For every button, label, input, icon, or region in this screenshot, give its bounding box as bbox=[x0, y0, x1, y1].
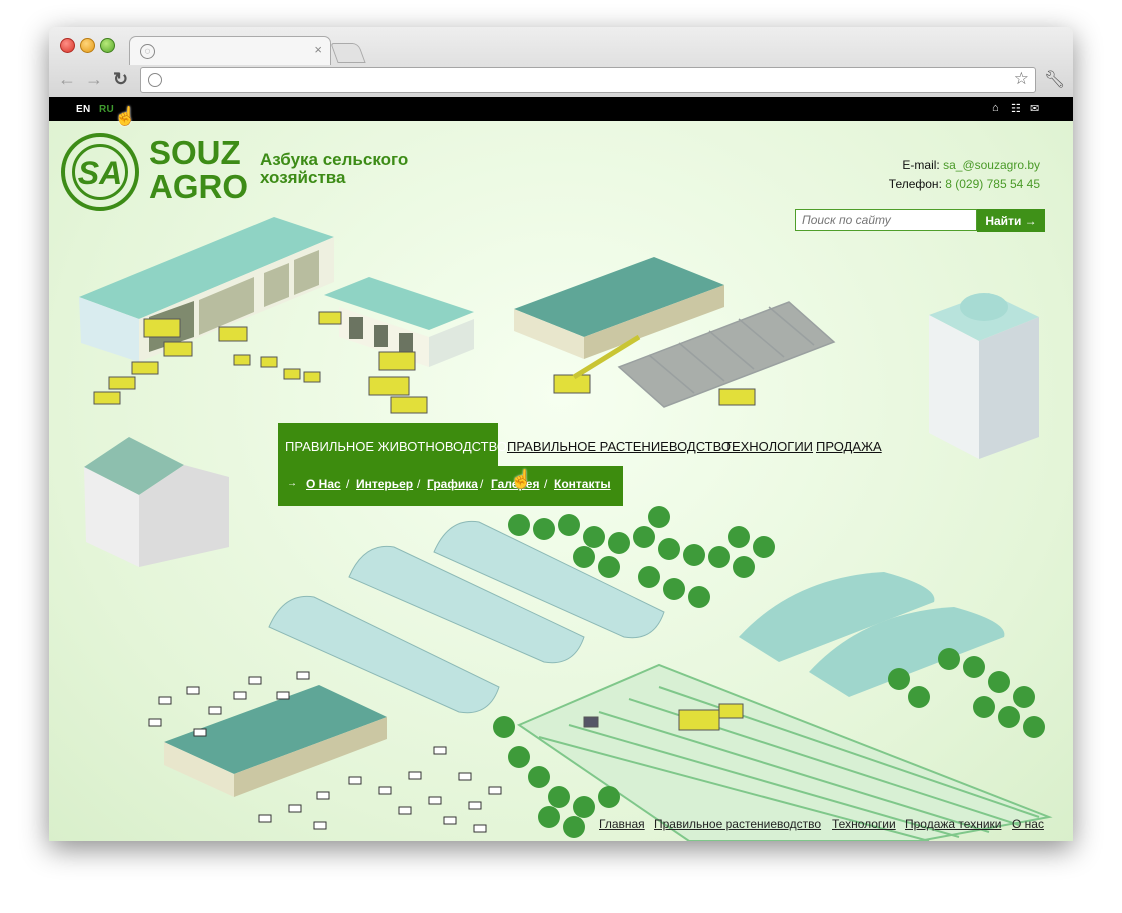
reload-icon[interactable]: ↻ bbox=[113, 70, 128, 88]
field bbox=[516, 663, 1053, 841]
search-button[interactable]: Найти → bbox=[977, 209, 1045, 232]
hangars-right bbox=[739, 572, 1005, 697]
phone-label: Телефон: bbox=[888, 177, 942, 191]
submenu-contacts[interactable]: Контакты bbox=[554, 477, 611, 491]
menu-item-sales[interactable]: ПРОДАЖА bbox=[816, 439, 882, 454]
email-label: E-mail: bbox=[902, 158, 940, 172]
search-input[interactable] bbox=[795, 209, 977, 231]
browser-tab[interactable]: ◌ × bbox=[129, 36, 331, 65]
globe-icon: ◌ bbox=[140, 44, 155, 59]
office-tower bbox=[929, 293, 1039, 459]
site-tagline: Азбука сельского хозяйства bbox=[260, 150, 409, 187]
lang-en-link[interactable]: EN bbox=[76, 104, 91, 115]
sub-menu: → О Нас / Интерьер / Графика / Галерея /… bbox=[278, 466, 623, 506]
tab-close-icon[interactable]: × bbox=[314, 42, 322, 57]
footer-link-technologies[interactable]: Технологии bbox=[832, 817, 896, 831]
footer-nav: Главная Правильное растениеводство Техно… bbox=[49, 817, 1073, 837]
phone-line: Телефон: 8 (029) 785 54 45 bbox=[889, 175, 1040, 194]
new-tab-button[interactable] bbox=[330, 43, 366, 63]
email-line: E-mail: sa_@souzagro.by bbox=[889, 156, 1040, 175]
contact-block: E-mail: sa_@souzagro.by Телефон: 8 (029)… bbox=[889, 156, 1040, 194]
mail-icon[interactable]: ✉ bbox=[1030, 102, 1039, 115]
menu-item-technologies[interactable]: ТЕХНОЛОГИИ bbox=[724, 439, 813, 454]
hand-cursor-icon: ☝ bbox=[510, 469, 533, 489]
browser-chrome: ◌ × ← → ↻ ☆ 🔧︎ bbox=[49, 27, 1073, 98]
footer-link-crop-production[interactable]: Правильное растениеводство bbox=[654, 817, 821, 831]
submenu-about[interactable]: О Нас bbox=[306, 477, 341, 491]
submenu-arrow-icon: → bbox=[287, 478, 297, 489]
logo-monogram: SA bbox=[72, 144, 128, 200]
back-icon[interactable]: ← bbox=[58, 70, 76, 88]
footer-link-home[interactable]: Главная bbox=[599, 817, 645, 831]
hangar-building bbox=[79, 217, 334, 362]
minimize-window-button[interactable] bbox=[80, 38, 95, 53]
email-link[interactable]: sa_@souzagro.by bbox=[943, 158, 1040, 172]
submenu-graphics[interactable]: Графика bbox=[427, 477, 478, 491]
globe-icon bbox=[148, 73, 162, 87]
submenu-separator: / bbox=[346, 477, 350, 491]
house-left bbox=[84, 437, 229, 567]
close-window-button[interactable] bbox=[60, 38, 75, 53]
site-logo[interactable]: SA SOUZ AGRO bbox=[61, 133, 251, 219]
submenu-separator: / bbox=[544, 477, 548, 491]
menu-item-animal-husbandry[interactable]: ПРАВИЛЬНОЕ ЖИВОТНОВОДСТВО bbox=[285, 439, 507, 454]
phone-value: 8 (029) 785 54 45 bbox=[945, 177, 1040, 191]
top-bar: EN RU ⌂ ☷ ✉ bbox=[49, 97, 1073, 121]
logo-word-souz: SOUZ bbox=[149, 134, 241, 171]
hand-cursor-icon: ☝ bbox=[114, 106, 137, 126]
logo-word-agro: AGRO bbox=[149, 168, 248, 205]
lang-ru-link[interactable]: RU bbox=[99, 104, 114, 115]
footer-link-equipment-sales[interactable]: Продажа техники bbox=[905, 817, 1001, 831]
submenu-interior[interactable]: Интерьер bbox=[356, 477, 413, 491]
forward-icon[interactable]: → bbox=[85, 70, 103, 88]
address-bar[interactable]: ☆ bbox=[140, 67, 1036, 93]
star-icon[interactable]: ☆ bbox=[1014, 69, 1029, 89]
logo-emblem: SA bbox=[61, 133, 139, 211]
submenu-separator: / bbox=[417, 477, 421, 491]
wrench-icon[interactable]: 🔧︎ bbox=[1044, 70, 1066, 90]
greenhouses bbox=[268, 520, 665, 714]
zoom-window-button[interactable] bbox=[100, 38, 115, 53]
home-icon[interactable]: ⌂ bbox=[992, 102, 999, 114]
menu-item-crop-production[interactable]: ПРАВИЛЬНОЕ РАСТЕНИЕВОДСТВО bbox=[507, 439, 731, 454]
page-content: EN RU ⌂ ☷ ✉ SA SOUZ AGRO Азбука сельског… bbox=[49, 97, 1073, 841]
browser-window: ◌ × ← → ↻ ☆ 🔧︎ EN RU ⌂ ☷ ✉ SA SOUZ AGRO … bbox=[49, 27, 1073, 841]
submenu-separator: / bbox=[480, 477, 484, 491]
sitemap-icon[interactable]: ☷ bbox=[1011, 102, 1021, 115]
footer-link-about[interactable]: О нас bbox=[1012, 817, 1044, 831]
